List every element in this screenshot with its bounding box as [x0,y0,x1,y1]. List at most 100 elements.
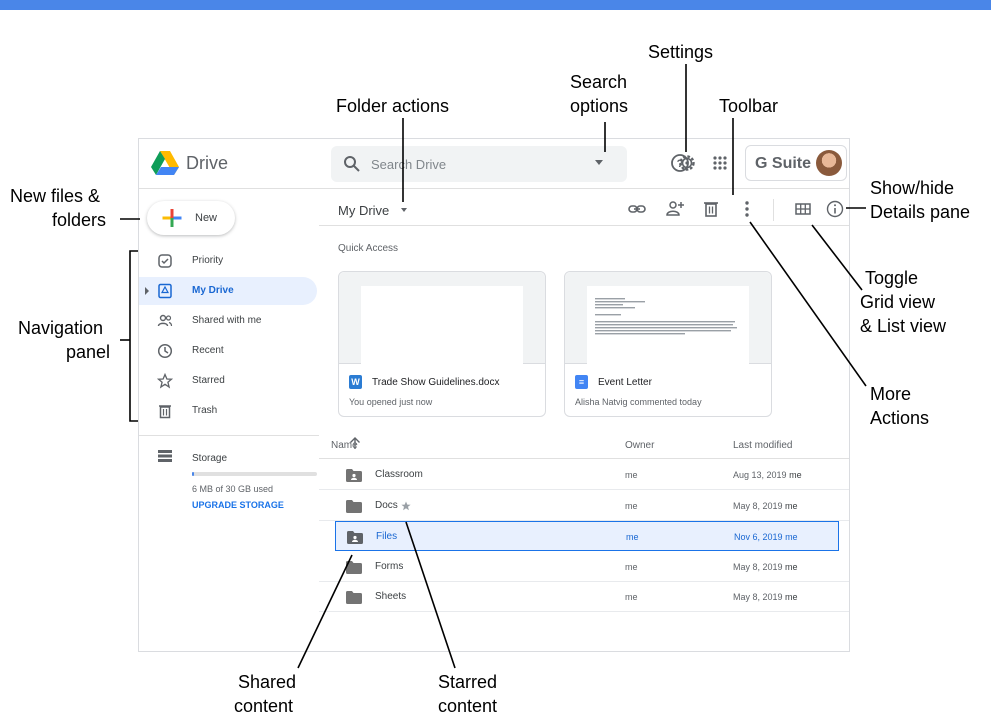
clock-icon [157,343,173,359]
shared-folder-icon [347,531,363,544]
file-owner: me [625,592,638,602]
callout-show-hide-line2: Details pane [870,202,971,222]
toolbar-divider [319,225,849,226]
card-subtitle: Alisha Natvig commented today [575,397,702,407]
table-row[interactable]: Files me Nov 6, 2019 me [335,521,839,551]
file-list-header: Name Owner Last modified [319,431,849,459]
file-owner: me [625,470,638,480]
file-thumbnail [565,272,771,364]
sidebar-item-recent[interactable]: Recent [139,337,317,365]
drive-window: Drive ? [138,138,850,652]
file-last-modified: May 8, 2019 me [733,562,798,572]
new-button[interactable]: New [147,201,235,235]
callout-search-options-line1: Search [570,72,628,92]
callout-show-hide-line1: Show/hide [870,178,955,198]
file-last-modified: Nov 6, 2019 me [734,532,798,542]
sidebar-item-my-drive[interactable]: My Drive [139,277,317,305]
app-name[interactable]: Drive [186,153,228,174]
search-icon[interactable] [343,155,361,173]
sidebar-item-label: Recent [192,345,224,356]
callout-shared-line2: content [234,696,294,716]
thumbnail-page [361,286,523,364]
modified-date: Aug 13, 2019 [733,470,787,480]
modified-by: me [785,592,798,602]
plus-icon [162,209,182,227]
sidebar-item-trash[interactable]: Trash [139,397,317,425]
table-row[interactable]: Docs me May 8, 2019 me [319,491,849,521]
modified-date: May 8, 2019 [733,592,783,602]
modified-by: me [785,561,798,572]
apps-grid-icon[interactable] [709,152,731,174]
modified-by: me [785,532,798,542]
folder-icon [346,560,362,574]
main-content: My Drive Quick Access W Trade Show Guide… [319,189,849,651]
file-name: Docs [375,499,398,511]
search-input[interactable] [371,154,591,174]
search-bar[interactable] [331,146,627,182]
file-owner: me [625,500,638,511]
sidebar-item-shared-with-me[interactable]: Shared with me [139,307,317,335]
storage-label[interactable]: Storage [192,453,227,464]
card-file-name: Trade Show Guidelines.docx [372,377,500,388]
modified-date: May 8, 2019 [733,561,783,572]
callout-toggle-line2: Grid view [860,292,936,312]
callout-more-actions-line2: Actions [870,408,930,428]
star-icon [157,373,173,389]
sidebar-divider [139,435,319,436]
storage-icon [158,450,172,462]
card-file-name: Event Letter [598,377,652,388]
table-row[interactable]: Classroom me Aug 13, 2019 me [319,460,849,490]
sidebar-item-label: Priority [192,255,224,266]
thumbnail-page [587,286,749,364]
sidebar-item-priority[interactable]: Priority [139,247,317,275]
file-thumbnail [339,272,545,364]
folder-actions-caret-icon[interactable] [401,208,407,212]
callout-more-actions-line1: More [870,384,912,404]
quick-access-title: Quick Access [338,243,399,254]
folder-icon [346,499,362,513]
my-drive-icon [158,283,172,299]
brand-label: G Suite [755,155,812,172]
starred-star-icon [401,501,411,510]
table-row[interactable]: Forms me May 8, 2019 me [319,552,849,582]
delete-trash-icon[interactable] [701,199,721,219]
file-last-modified: Aug 13, 2019 me [733,470,802,480]
callout-new-files-line1: New files & [10,186,101,206]
grid-view-icon[interactable] [793,199,813,219]
share-add-person-icon[interactable] [665,199,685,219]
account-chip[interactable]: G Suite [745,145,847,181]
file-name: Sheets [375,591,407,602]
callout-toolbar: Toolbar [719,96,779,116]
drive-logo-icon[interactable] [151,151,179,175]
avatar[interactable] [816,150,842,176]
file-owner: me [626,532,639,542]
upgrade-storage-link[interactable]: UPGRADE STORAGE [192,500,284,510]
sort-arrow-up-icon[interactable] [349,436,361,450]
navigation-panel: New Priority My Drive Shared with me Rec… [139,189,319,651]
column-last-modified[interactable]: Last modified [733,440,792,451]
callout-navigation-line1: Navigation [18,318,104,338]
gear-final-icon[interactable] [676,152,698,174]
sidebar-item-label: Shared with me [192,315,262,326]
quick-access-card[interactable]: ≡ Event Letter Alisha Natvig commented t… [564,271,772,417]
info-icon[interactable] [825,199,845,219]
callout-toggle-line3: & List view [860,316,947,336]
more-vert-icon[interactable] [737,199,757,219]
modified-date: Nov 6, 2019 [734,532,783,542]
search-options-caret-icon[interactable] [595,160,603,165]
shared-folder-icon [346,469,362,482]
table-row[interactable]: Sheets me May 8, 2019 me [319,582,849,612]
toolbar-separator [773,199,774,221]
leader-navigation-bracket [129,250,138,422]
file-name: Files [376,531,398,542]
expand-arrow-icon[interactable] [145,287,149,295]
quick-access-card[interactable]: W Trade Show Guidelines.docx You opened … [338,271,546,417]
sidebar-item-starred[interactable]: Starred [139,367,317,395]
folder-path[interactable]: My Drive [338,203,389,218]
link-icon[interactable] [627,199,647,219]
callout-shared-line1: Shared [238,672,297,692]
column-owner[interactable]: Owner [625,440,654,451]
storage-used-text: 6 MB of 30 GB used [192,484,274,494]
shared-people-icon [157,314,173,327]
file-owner: me [625,561,638,572]
